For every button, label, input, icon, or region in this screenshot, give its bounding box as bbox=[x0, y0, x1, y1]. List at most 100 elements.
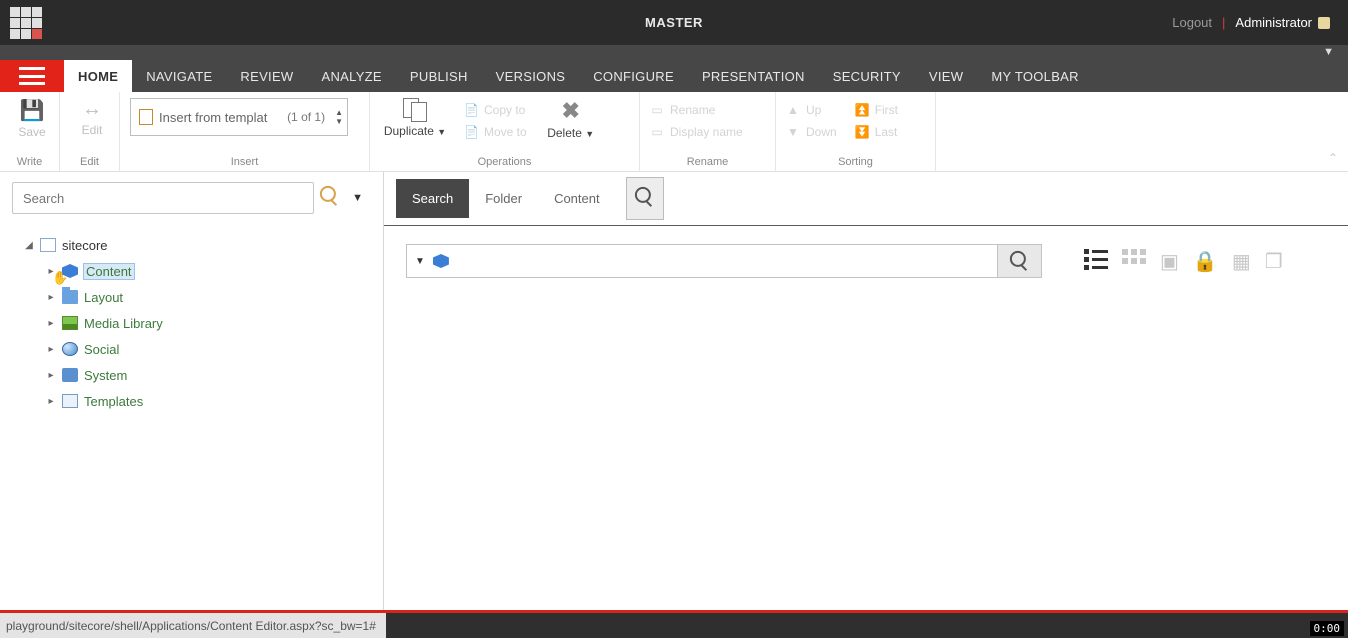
tree-label: Content bbox=[84, 264, 134, 279]
edit-button[interactable]: ↔ Edit bbox=[70, 98, 114, 137]
up-button[interactable]: ▲Up bbox=[786, 100, 837, 120]
tree-search-input[interactable] bbox=[12, 182, 314, 214]
tab-view[interactable]: VIEW bbox=[915, 60, 977, 92]
recording-clock: 0:00 bbox=[1310, 621, 1345, 636]
copy-to-button[interactable]: 📄Copy to bbox=[464, 100, 527, 120]
tree-node-templates[interactable]: ▸ Templates bbox=[46, 388, 375, 414]
lock-icon[interactable]: 🔒 bbox=[1193, 249, 1218, 274]
calendar-icon[interactable]: ▦ bbox=[1232, 249, 1251, 274]
edit-label: Edit bbox=[82, 123, 103, 137]
tab-review[interactable]: REVIEW bbox=[226, 60, 307, 92]
share-icon: ↔ bbox=[82, 98, 102, 121]
collapse-icon[interactable]: ◢ bbox=[24, 240, 34, 251]
tree-label: Layout bbox=[84, 290, 123, 305]
move-icon: 📄 bbox=[464, 125, 478, 139]
current-user[interactable]: Administrator bbox=[1235, 15, 1330, 30]
search-filter-input[interactable] bbox=[457, 245, 989, 277]
tree-node-system[interactable]: ▸ System bbox=[46, 362, 375, 388]
filter-dropdown-icon[interactable]: ▼ bbox=[415, 256, 425, 267]
globe-icon bbox=[62, 342, 78, 356]
ribbon-group-write: 💾 Save Write bbox=[0, 92, 60, 171]
move-to-label: Move to bbox=[484, 125, 527, 139]
main-panel: Search Folder Content ▼ ▣ bbox=[384, 172, 1348, 610]
content-tab-content[interactable]: Content bbox=[538, 179, 616, 218]
expand-icon[interactable]: ▸ bbox=[46, 344, 56, 355]
logout-link[interactable]: Logout bbox=[1172, 15, 1212, 30]
content-tab-search[interactable]: Search bbox=[396, 179, 469, 218]
tree-node-content[interactable]: ▸ Content ✋ bbox=[46, 258, 375, 284]
tree-node-layout[interactable]: ▸ Layout bbox=[46, 284, 375, 310]
grid-view-icon[interactable] bbox=[1122, 249, 1146, 274]
slim-strip: ▼ bbox=[0, 45, 1348, 60]
tab-publish[interactable]: PUBLISH bbox=[396, 60, 482, 92]
first-label: First bbox=[875, 103, 898, 117]
tab-home[interactable]: HOME bbox=[64, 60, 132, 92]
tree-node-media-library[interactable]: ▸ Media Library bbox=[46, 310, 375, 336]
app-logo[interactable] bbox=[10, 7, 42, 39]
insert-spinner[interactable]: ▲▼ bbox=[335, 109, 343, 126]
search-go-button[interactable] bbox=[998, 244, 1042, 278]
group-label-edit: Edit bbox=[60, 156, 119, 168]
tree-node-social[interactable]: ▸ Social bbox=[46, 336, 375, 362]
save-button[interactable]: 💾 Save bbox=[10, 98, 54, 139]
list-view-icon[interactable] bbox=[1084, 249, 1108, 274]
tab-versions[interactable]: VERSIONS bbox=[482, 60, 580, 92]
expand-icon[interactable]: ▸ bbox=[46, 396, 56, 407]
ribbon: 💾 Save Write ↔ Edit Edit Insert from tem… bbox=[0, 92, 1348, 172]
expand-icon[interactable]: ▸ bbox=[46, 318, 56, 329]
insert-count: (1 of 1) bbox=[287, 110, 325, 124]
image-view-icon[interactable]: ▣ bbox=[1160, 249, 1179, 274]
expand-icon[interactable]: ▸ bbox=[46, 292, 56, 303]
save-icon: 💾 bbox=[20, 98, 45, 123]
ribbon-group-insert: Insert from templat (1 of 1) ▲▼ Insert bbox=[120, 92, 370, 171]
move-to-button[interactable]: 📄 Move to bbox=[464, 122, 527, 142]
nav-tabs: HOME NAVIGATE REVIEW ANALYZE PUBLISH VER… bbox=[0, 60, 1348, 92]
topbar: MASTER Logout | Administrator bbox=[0, 0, 1348, 45]
delete-label: Delete bbox=[547, 126, 582, 140]
last-icon: ⏬ bbox=[855, 125, 869, 139]
group-label-sorting: Sorting bbox=[776, 156, 935, 168]
group-label-operations: Operations bbox=[370, 156, 639, 168]
workspace: ▼ ◢ sitecore ▸ Content ✋ ▸ bbox=[0, 172, 1348, 610]
tree-node-sitecore[interactable]: ◢ sitecore bbox=[24, 232, 375, 258]
content-tab-folder[interactable]: Folder bbox=[469, 179, 538, 218]
tab-navigate[interactable]: NAVIGATE bbox=[132, 60, 226, 92]
ribbon-expand-icon[interactable]: ⌃ bbox=[1328, 151, 1338, 165]
caret-down-icon: ▼ bbox=[437, 127, 446, 137]
content-tab-search-icon[interactable] bbox=[626, 177, 664, 220]
tab-configure[interactable]: CONFIGURE bbox=[579, 60, 688, 92]
rename-button[interactable]: ▭Rename bbox=[650, 100, 765, 120]
content-tree: ◢ sitecore ▸ Content ✋ ▸ Layout bbox=[0, 224, 383, 422]
copy-icon: 📄 bbox=[464, 103, 478, 117]
delete-button[interactable]: ✖ Delete ▼ bbox=[541, 98, 601, 140]
stack-icon[interactable]: ❐ bbox=[1265, 249, 1283, 274]
rename-label: Rename bbox=[670, 103, 715, 117]
tree-label: Templates bbox=[84, 394, 143, 409]
tree-label: sitecore bbox=[62, 238, 108, 253]
hamburger-button[interactable] bbox=[0, 60, 64, 92]
tab-security[interactable]: SECURITY bbox=[819, 60, 915, 92]
save-label: Save bbox=[18, 125, 45, 139]
display-name-button[interactable]: ▭Display name bbox=[650, 122, 765, 142]
first-button[interactable]: ⏫First bbox=[855, 100, 898, 120]
search-dropdown-icon[interactable]: ▼ bbox=[352, 192, 363, 204]
last-button[interactable]: ⏬Last bbox=[855, 122, 898, 142]
ribbon-group-operations: Duplicate ▼ 📄Copy to 📄 Move to ✖ Delete ▼… bbox=[370, 92, 640, 171]
search-icon bbox=[1006, 248, 1033, 275]
chevron-down-icon[interactable]: ▼ bbox=[1323, 46, 1334, 58]
separator: | bbox=[1222, 15, 1225, 30]
search-icon[interactable] bbox=[322, 185, 338, 212]
database-title: MASTER bbox=[645, 15, 703, 30]
expand-icon[interactable]: ▸ bbox=[46, 370, 56, 381]
tab-my-toolbar[interactable]: MY TOOLBAR bbox=[977, 60, 1093, 92]
group-label-rename: Rename bbox=[640, 156, 775, 168]
tree-label: System bbox=[84, 368, 127, 383]
search-panel: ▼ ▣ 🔒 ▦ ❐ bbox=[384, 226, 1348, 296]
insert-template-box[interactable]: Insert from templat (1 of 1) ▲▼ bbox=[130, 98, 348, 136]
tab-analyze[interactable]: ANALYZE bbox=[308, 60, 396, 92]
ribbon-group-rename: ▭Rename ▭Display name Rename bbox=[640, 92, 776, 171]
down-button[interactable]: ▼Down bbox=[786, 122, 837, 142]
duplicate-button[interactable]: Duplicate ▼ bbox=[380, 98, 450, 138]
tab-presentation[interactable]: PRESENTATION bbox=[688, 60, 819, 92]
status-url: playground/sitecore/shell/Applications/C… bbox=[0, 613, 386, 638]
